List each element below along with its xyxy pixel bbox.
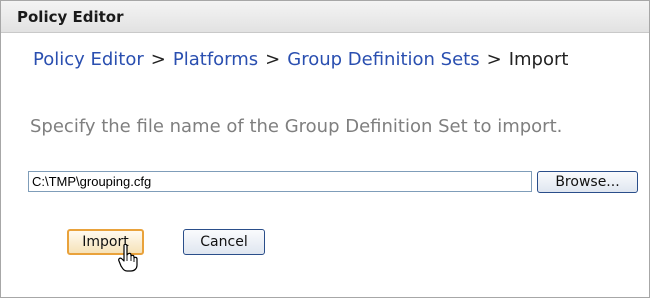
breadcrumb-link-platforms[interactable]: Platforms xyxy=(173,49,258,70)
window-title: Policy Editor xyxy=(17,8,124,26)
instruction-text: Specify the file name of the Group Defin… xyxy=(30,116,563,137)
breadcrumb: Policy Editor > Platforms > Group Definition… xyxy=(33,49,568,70)
hand-pointer-cursor-icon xyxy=(118,244,138,272)
cancel-button[interactable]: Cancel xyxy=(183,229,265,255)
breadcrumb-current-import: Import xyxy=(508,49,569,70)
breadcrumb-link-group-definition-sets[interactable]: Group Definition Sets xyxy=(287,49,479,70)
breadcrumb-link-policy-editor[interactable]: Policy Editor xyxy=(33,49,144,70)
breadcrumb-separator: > xyxy=(265,49,281,70)
breadcrumb-separator: > xyxy=(486,49,502,70)
browse-button[interactable]: Browse... xyxy=(537,171,638,193)
title-bar: Policy Editor xyxy=(1,1,649,33)
breadcrumb-separator: > xyxy=(150,49,166,70)
file-path-input[interactable] xyxy=(28,171,532,192)
policy-editor-window: Policy Editor Policy Editor > Platforms > Gr… xyxy=(0,0,650,298)
